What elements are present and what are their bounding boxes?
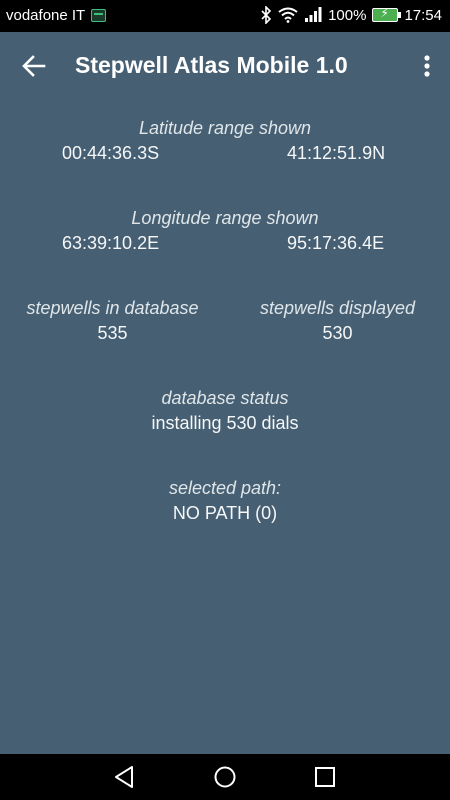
stepwells-displayed-value: 530 — [322, 323, 353, 343]
stepwells-displayed: stepwells displayed 530 — [225, 298, 450, 344]
selected-path-label: selected path: — [168, 478, 282, 498]
carrier-label: vodafone IT — [6, 7, 86, 24]
selected-path-value: NO PATH (0) — [172, 503, 278, 523]
battery-charging-icon: ⚡ — [372, 6, 402, 22]
longitude-section: Longitude range shown 63:39:10.2E 95:17:… — [0, 208, 450, 259]
stepwells-in-database: stepwells in database 535 — [0, 298, 225, 344]
navigation-bar — [0, 754, 450, 800]
arrow-left-icon[interactable] — [18, 50, 50, 82]
latitude-values: 00:44:36.3S 41:12:51.9N — [0, 143, 450, 169]
bluetooth-icon — [261, 6, 272, 24]
status-bar: vodafone IT 100% ⚡ 17:54 — [0, 0, 450, 32]
back-triangle-icon[interactable] — [111, 763, 139, 791]
stepwells-in-database-value: 535 — [97, 323, 128, 343]
latitude-section: Latitude range shown 00:44:36.3S 41:12:5… — [0, 118, 450, 169]
longitude-label: Longitude range shown — [131, 208, 319, 228]
database-status-section: database status installing 530 dials — [0, 388, 450, 434]
latitude-min: 00:44:36.3S — [62, 143, 160, 163]
screen: vodafone IT 100% ⚡ 17:54 Stepwell Atlas … — [0, 0, 450, 800]
wifi-icon — [278, 7, 298, 23]
status-left: vodafone IT — [6, 7, 107, 24]
selected-path-section: selected path: NO PATH (0) — [0, 478, 450, 524]
stepwells-in-database-label: stepwells in database — [26, 298, 199, 318]
app-bar: Stepwell Atlas Mobile 1.0 — [0, 32, 450, 100]
signal-icon — [305, 7, 322, 22]
app-notification-icon — [91, 9, 107, 22]
database-status-value: installing 530 dials — [151, 413, 299, 433]
longitude-min: 63:39:10.2E — [62, 233, 160, 253]
longitude-values: 63:39:10.2E 95:17:36.4E — [0, 233, 450, 259]
latitude-label: Latitude range shown — [138, 118, 312, 138]
home-circle-icon[interactable] — [211, 763, 239, 791]
latitude-max: 41:12:51.9N — [287, 143, 386, 163]
database-status-label: database status — [161, 388, 289, 408]
longitude-max: 95:17:36.4E — [287, 233, 385, 253]
more-vert-icon[interactable] — [418, 50, 436, 82]
app-title: Stepwell Atlas Mobile 1.0 — [75, 52, 348, 78]
recents-square-icon[interactable] — [311, 763, 339, 791]
battery-percent: 100% — [328, 6, 367, 24]
stepwells-displayed-label: stepwells displayed — [259, 298, 416, 318]
clock: 17:54 — [404, 6, 442, 24]
status-right: 100% ⚡ 17:54 — [260, 6, 442, 24]
